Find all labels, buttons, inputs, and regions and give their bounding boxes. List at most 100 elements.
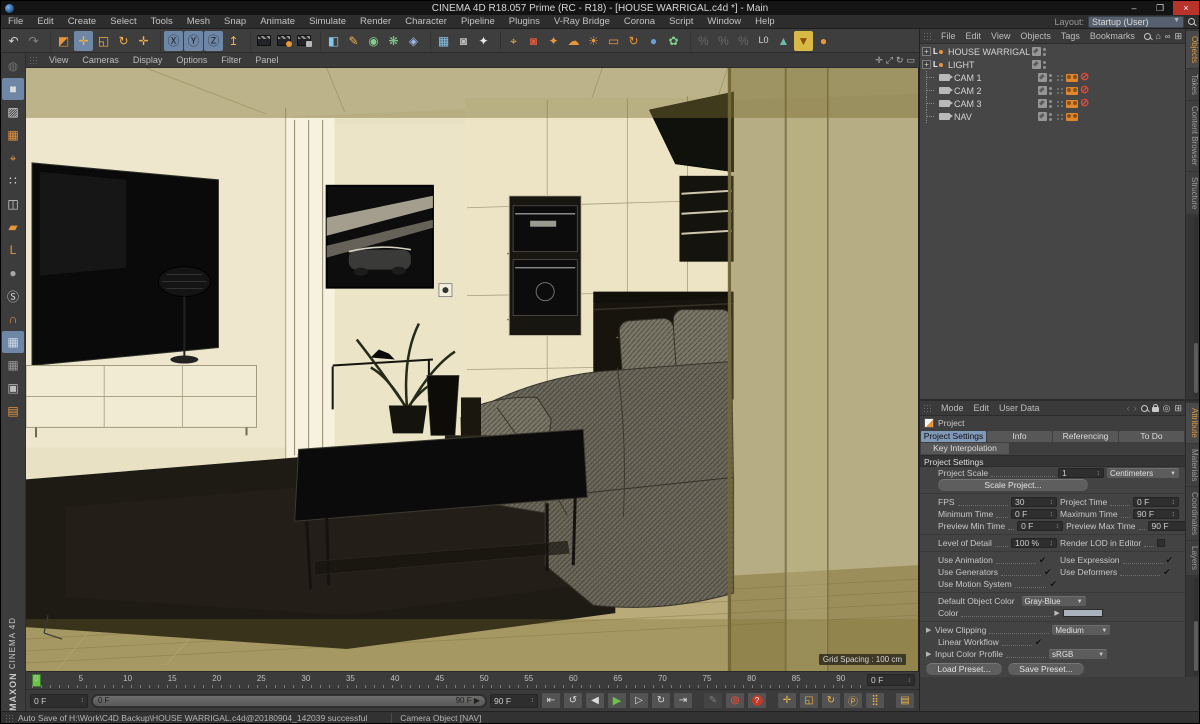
autokeying-button[interactable]: ◎ (725, 692, 745, 709)
object-row-cam-3[interactable]: CAM 3 ⊘ (920, 97, 1185, 110)
toggle-use-expression-checkbox[interactable]: ✔ (1166, 555, 1174, 566)
lock-z-icon[interactable]: Ⓩ (204, 30, 223, 51)
lod-field[interactable]: 100 % ↕ (1011, 538, 1057, 548)
add-cube-icon[interactable]: ◧ (324, 31, 343, 51)
layer-chip-icon[interactable] (1038, 86, 1047, 95)
history-back-icon[interactable]: ‹ (1127, 403, 1130, 413)
no-sign-tag-icon[interactable]: ⊘ (1080, 85, 1089, 96)
key-scale-button[interactable]: ◱ (799, 692, 819, 709)
percent-a-icon[interactable]: % (694, 31, 713, 51)
tab-materials[interactable]: Materials (1186, 443, 1199, 487)
toggle-use-animation-checkbox[interactable]: ✔ (1039, 555, 1047, 566)
om-menu-bookmarks[interactable]: Bookmarks (1085, 31, 1140, 41)
expand-arrow-icon[interactable]: ▶ (1054, 609, 1059, 617)
link-icon[interactable]: ∞ (1165, 32, 1171, 41)
section-header[interactable]: Project Settings (920, 455, 1185, 467)
marker-tag-icon[interactable] (1056, 73, 1064, 82)
layer-chip-icon[interactable] (1032, 47, 1041, 56)
corona-sun-icon[interactable]: ☀ (584, 31, 603, 51)
edges-mode-icon[interactable]: ◫ (2, 193, 24, 215)
am-menu-edit[interactable]: Edit (969, 403, 995, 413)
object-axis-mode-icon[interactable]: ⌖ (2, 147, 24, 169)
load-preset-button[interactable]: Load Preset... (926, 663, 1002, 675)
render-view-icon[interactable] (254, 31, 273, 51)
scrollbar-thumb[interactable] (1194, 343, 1198, 393)
add-panel-icon[interactable]: ⊞ (1174, 403, 1182, 414)
toggle-use-deformers-checkbox[interactable]: ✔ (1163, 567, 1171, 578)
tab-referencing[interactable]: Referencing (1053, 431, 1118, 442)
lock-icon[interactable] (1151, 404, 1159, 412)
tab-attribute[interactable]: Attribute (1186, 403, 1199, 443)
deformer-icon[interactable]: ◈ (404, 31, 423, 51)
minimize-button[interactable]: – (1121, 1, 1147, 15)
field-fps-input[interactable]: 30 ↕ (1011, 497, 1057, 507)
undo-icon[interactable]: ↶ (4, 31, 23, 51)
vray-camera-tag-icon[interactable] (1066, 73, 1078, 82)
viewport-menu-cameras[interactable]: Cameras (75, 55, 126, 65)
tab-takes[interactable]: Takes (1186, 69, 1199, 101)
solo-box-icon[interactable]: ▣ (2, 377, 24, 399)
viewport-menu-panel[interactable]: Panel (248, 55, 285, 65)
default-object-color-dropdown[interactable]: Gray-Blue ▼ (1021, 596, 1086, 606)
project-scale-field[interactable]: 1 ↕ (1058, 468, 1104, 478)
points-mode-icon[interactable]: ∷ (2, 170, 24, 192)
panel-scrollbar[interactable] (1194, 578, 1198, 675)
goto-start-button[interactable]: ⇤ (541, 692, 561, 709)
menu-plugins[interactable]: Plugins (502, 16, 547, 27)
visibility-dots[interactable] (1049, 112, 1052, 121)
vray-camera-icon[interactable]: ◙ (524, 31, 543, 51)
tab-project-settings[interactable]: Project Settings (921, 431, 986, 442)
visibility-dots[interactable] (1043, 60, 1046, 69)
menu-simulate[interactable]: Simulate (302, 16, 353, 27)
vray-light-icon[interactable]: ✦ (544, 31, 563, 51)
planar-workplane-icon[interactable]: ▦ (2, 354, 24, 376)
magnet-snap-icon[interactable]: ∩ (2, 308, 24, 330)
corona-sphere-icon[interactable]: ● (644, 31, 663, 51)
menu-v-ray-bridge[interactable]: V-Ray Bridge (547, 16, 617, 27)
viewport-zoom-icon[interactable]: ⤢ (886, 55, 893, 66)
floor-icon[interactable]: ▦ (434, 31, 453, 51)
field-project-time-input[interactable]: 0 F ↕ (1133, 497, 1179, 507)
subdivision-surface-icon[interactable]: ◉ (364, 31, 383, 51)
array-icon[interactable]: ❋ (384, 31, 403, 51)
object-row-light[interactable]: + L LIGHT (920, 58, 1185, 71)
vray-camera-tag-icon[interactable] (1066, 86, 1078, 95)
stepper-icon[interactable]: ↕ (1172, 499, 1176, 506)
timeline-ruler[interactable]: 0 5 10 15 20 25 30 35 40 45 50 55 60 65 70 75 80 85 90 (32, 672, 861, 689)
mouse-icon[interactable]: ● (2, 262, 24, 284)
play-forwards-button[interactable]: ▶ (607, 692, 627, 709)
marker-tag-icon[interactable] (1056, 112, 1064, 121)
tab-coordinates[interactable]: Coordinates (1186, 487, 1199, 541)
field-maximum-time-input[interactable]: 90 F ↕ (1133, 509, 1179, 519)
panel-scrollbar[interactable] (1194, 217, 1198, 397)
proxy-icon[interactable]: ✿ (664, 31, 683, 51)
viewport-move-icon[interactable]: ✛ (875, 55, 883, 66)
close-button[interactable]: × (1173, 1, 1199, 15)
save-preset-button[interactable]: Save Preset... (1008, 663, 1084, 675)
tab-structure[interactable]: Structure (1186, 171, 1199, 215)
input-color-profile-dropdown[interactable]: sRGB ▼ (1049, 649, 1108, 659)
object-row-cam-2[interactable]: CAM 2 ⊘ (920, 84, 1185, 97)
snap-toggle-icon[interactable]: Ⓢ (2, 285, 24, 307)
lock-x-icon[interactable]: Ⓧ (164, 30, 183, 51)
render-to-picture-viewer-icon[interactable] (274, 31, 293, 51)
history-forward-icon[interactable]: › (1134, 403, 1137, 413)
end-frame-field[interactable]: 90 F ↕ (490, 693, 538, 708)
magic-preview-icon[interactable]: ▼ (794, 30, 813, 51)
expand-arrow-icon[interactable]: ▶ (926, 650, 932, 658)
color-swatch[interactable] (1062, 609, 1103, 617)
goto-end-button[interactable]: ⇥ (673, 692, 693, 709)
menu-script[interactable]: Script (662, 16, 700, 27)
scrollbar-thumb[interactable] (1194, 621, 1198, 671)
om-menu-edit[interactable]: Edit (961, 31, 987, 41)
coordinate-system-icon[interactable]: ↥ (224, 31, 243, 51)
polygons-mode-icon[interactable]: ▰ (2, 216, 24, 238)
marker-tag-icon[interactable] (1056, 86, 1064, 95)
move-icon[interactable]: ✛ (74, 30, 93, 51)
corona-refresh-icon[interactable]: ↻ (624, 31, 643, 51)
panel-grip-icon[interactable] (923, 403, 933, 413)
vray-camera-tag-icon[interactable] (1066, 112, 1078, 121)
stepper-icon[interactable]: ↕ (1172, 511, 1176, 518)
search-icon[interactable] (1140, 404, 1148, 412)
visibility-dots[interactable] (1049, 86, 1052, 95)
